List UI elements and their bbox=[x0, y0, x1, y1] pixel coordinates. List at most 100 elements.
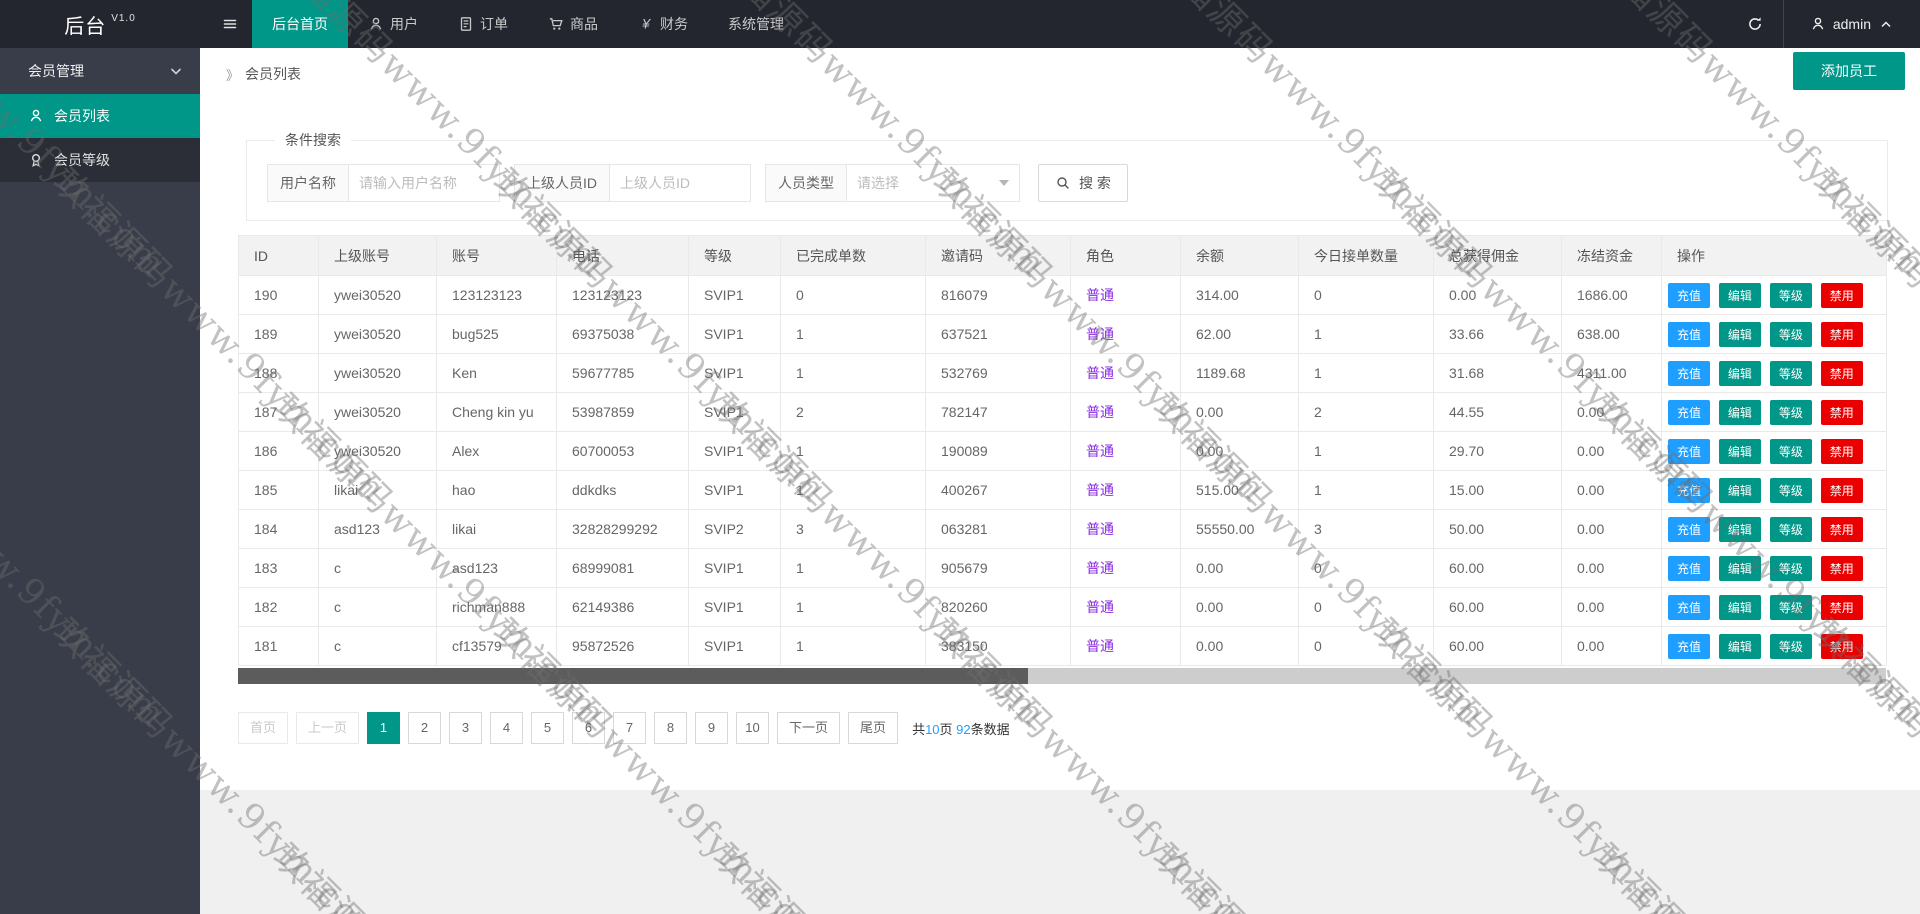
page-number-button[interactable]: 7 bbox=[613, 712, 647, 744]
username-input[interactable] bbox=[349, 165, 499, 201]
cell-id: 185 bbox=[238, 470, 319, 510]
nav-tab[interactable]: 系统管理 bbox=[708, 0, 804, 48]
edit-button[interactable]: 编辑 bbox=[1718, 594, 1761, 620]
role-link[interactable]: 普通 bbox=[1086, 638, 1114, 654]
disable-button[interactable]: 禁用 bbox=[1820, 516, 1863, 542]
recharge-button[interactable]: 充值 bbox=[1668, 399, 1711, 425]
disable-button[interactable]: 禁用 bbox=[1820, 594, 1863, 620]
recharge-button[interactable]: 充值 bbox=[1668, 516, 1711, 542]
page-number-button[interactable]: 3 bbox=[449, 712, 483, 744]
level-button[interactable]: 等级 bbox=[1769, 282, 1812, 308]
sidebar-item[interactable]: 会员列表 bbox=[0, 94, 200, 138]
cell-balance: 515.00 bbox=[1180, 470, 1299, 510]
level-button[interactable]: 等级 bbox=[1769, 438, 1812, 464]
sidebar-group-label: 会员管理 bbox=[28, 63, 84, 79]
level-button[interactable]: 等级 bbox=[1769, 399, 1812, 425]
recharge-button[interactable]: 充值 bbox=[1668, 282, 1711, 308]
disable-button[interactable]: 禁用 bbox=[1820, 477, 1863, 503]
prev-page-button[interactable]: 上一页 bbox=[296, 712, 360, 744]
parent-id-input[interactable] bbox=[610, 165, 750, 201]
edit-button[interactable]: 编辑 bbox=[1718, 633, 1761, 659]
role-link[interactable]: 普通 bbox=[1086, 365, 1114, 381]
edit-button[interactable]: 编辑 bbox=[1718, 399, 1761, 425]
username-label: 用户名称 bbox=[268, 165, 349, 201]
nav-tab[interactable]: ¥ 财务 bbox=[618, 0, 708, 48]
nav-tab[interactable]: 用户 bbox=[348, 0, 438, 48]
person-type-value: 请选择 bbox=[857, 175, 899, 191]
level-button[interactable]: 等级 bbox=[1769, 594, 1812, 620]
cell-role: 普通 bbox=[1070, 353, 1181, 393]
cell-parent-account: ywei30520 bbox=[318, 314, 437, 354]
person-type-select[interactable]: 请选择 bbox=[847, 165, 1019, 201]
role-link[interactable]: 普通 bbox=[1086, 287, 1114, 303]
edit-button[interactable]: 编辑 bbox=[1718, 321, 1761, 347]
edit-button[interactable]: 编辑 bbox=[1718, 438, 1761, 464]
refresh-button[interactable] bbox=[1727, 0, 1783, 48]
edit-button[interactable]: 编辑 bbox=[1718, 282, 1761, 308]
last-page-button[interactable]: 尾页 bbox=[848, 712, 899, 744]
disable-button[interactable]: 禁用 bbox=[1820, 321, 1863, 347]
search-button[interactable]: 搜 索 bbox=[1038, 164, 1128, 202]
recharge-button[interactable]: 充值 bbox=[1668, 321, 1711, 347]
role-link[interactable]: 普通 bbox=[1086, 521, 1114, 537]
menu-toggle-button[interactable] bbox=[208, 0, 252, 48]
table-row: 181 c cf13579 95872526 SVIP1 1 383150 普通 bbox=[238, 626, 1887, 666]
yen-icon: ¥ bbox=[638, 16, 654, 32]
cell-level: SVIP1 bbox=[688, 275, 781, 315]
recharge-button[interactable]: 充值 bbox=[1668, 438, 1711, 464]
column-header: 邀请码 bbox=[925, 235, 1071, 276]
level-button[interactable]: 等级 bbox=[1769, 477, 1812, 503]
role-link[interactable]: 普通 bbox=[1086, 599, 1114, 615]
disable-button[interactable]: 禁用 bbox=[1820, 633, 1863, 659]
page-number-button[interactable]: 2 bbox=[408, 712, 442, 744]
scrollbar-thumb[interactable] bbox=[238, 668, 1028, 684]
role-link[interactable]: 普通 bbox=[1086, 404, 1114, 420]
disable-button[interactable]: 禁用 bbox=[1820, 282, 1863, 308]
edit-button[interactable]: 编辑 bbox=[1718, 516, 1761, 542]
edit-button[interactable]: 编辑 bbox=[1718, 555, 1761, 581]
edit-button[interactable]: 编辑 bbox=[1718, 477, 1761, 503]
disable-button[interactable]: 禁用 bbox=[1820, 360, 1863, 386]
role-link[interactable]: 普通 bbox=[1086, 482, 1114, 498]
column-header: 操作 bbox=[1661, 235, 1887, 276]
level-button[interactable]: 等级 bbox=[1769, 516, 1812, 542]
sidebar-group-member-management[interactable]: 会员管理 bbox=[0, 48, 200, 94]
column-header: 冻结资金 bbox=[1561, 235, 1662, 276]
role-link[interactable]: 普通 bbox=[1086, 326, 1114, 342]
next-page-button[interactable]: 下一页 bbox=[777, 712, 841, 744]
level-button[interactable]: 等级 bbox=[1769, 633, 1812, 659]
cell-id: 183 bbox=[238, 548, 319, 588]
level-button[interactable]: 等级 bbox=[1769, 321, 1812, 347]
app-logo: 后台 V1.0 bbox=[0, 0, 200, 48]
recharge-button[interactable]: 充值 bbox=[1668, 477, 1711, 503]
recharge-button[interactable]: 充值 bbox=[1668, 594, 1711, 620]
sidebar-item[interactable]: 会员等级 bbox=[0, 138, 200, 182]
nav-tab[interactable]: 订单 bbox=[438, 0, 528, 48]
cart-icon bbox=[548, 16, 564, 32]
column-header: 今日接单数量 bbox=[1298, 235, 1434, 276]
level-button[interactable]: 等级 bbox=[1769, 360, 1812, 386]
add-staff-button[interactable]: 添加员工 bbox=[1793, 52, 1905, 90]
first-page-button[interactable]: 首页 bbox=[238, 712, 289, 744]
role-link[interactable]: 普通 bbox=[1086, 443, 1114, 459]
admin-user-menu[interactable]: admin bbox=[1784, 0, 1920, 48]
recharge-button[interactable]: 充值 bbox=[1668, 555, 1711, 581]
page-number-button[interactable]: 9 bbox=[695, 712, 729, 744]
page-number-button[interactable]: 8 bbox=[654, 712, 688, 744]
recharge-button[interactable]: 充值 bbox=[1668, 360, 1711, 386]
page-number-button[interactable]: 4 bbox=[490, 712, 524, 744]
nav-tab[interactable]: 后台首页 bbox=[252, 0, 348, 48]
page-number-button[interactable]: 5 bbox=[531, 712, 565, 744]
page-number-button[interactable]: 6 bbox=[572, 712, 606, 744]
disable-button[interactable]: 禁用 bbox=[1820, 399, 1863, 425]
page-number-button[interactable]: 10 bbox=[736, 712, 770, 744]
disable-button[interactable]: 禁用 bbox=[1820, 438, 1863, 464]
role-link[interactable]: 普通 bbox=[1086, 560, 1114, 576]
recharge-button[interactable]: 充值 bbox=[1668, 633, 1711, 659]
page-number-button[interactable]: 1 bbox=[367, 712, 401, 744]
edit-button[interactable]: 编辑 bbox=[1718, 360, 1761, 386]
disable-button[interactable]: 禁用 bbox=[1820, 555, 1863, 581]
nav-tab[interactable]: 商品 bbox=[528, 0, 618, 48]
level-button[interactable]: 等级 bbox=[1769, 555, 1812, 581]
cell-completed-orders: 2 bbox=[780, 392, 926, 432]
